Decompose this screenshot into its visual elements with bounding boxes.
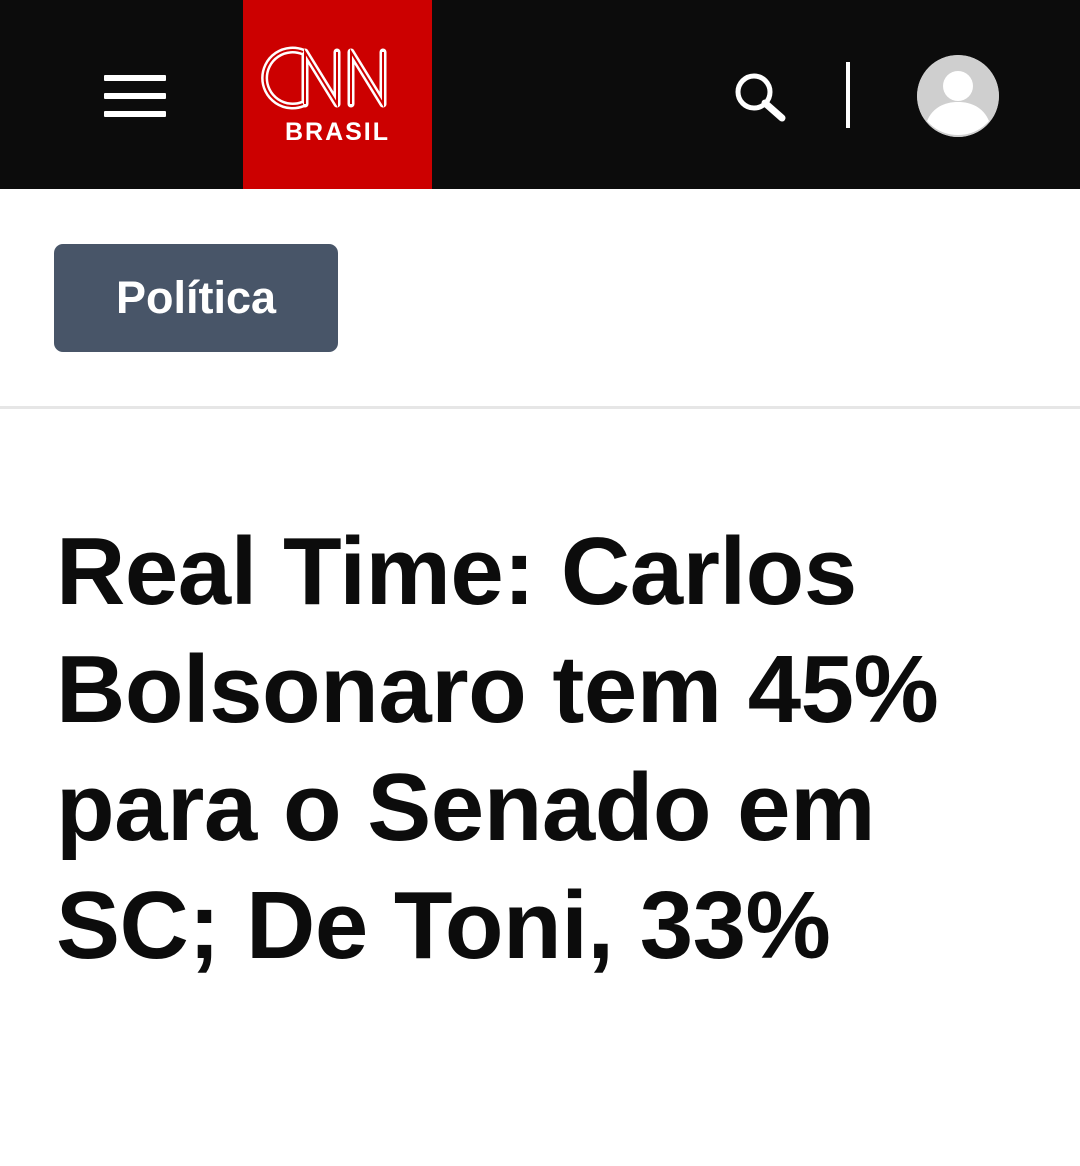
cnn-logo-icon: [261, 46, 387, 110]
logo-subtitle: BRASIL: [284, 118, 391, 146]
search-icon[interactable]: [730, 68, 788, 126]
person-silhouette-icon: [917, 55, 999, 137]
top-navigation-bar: BRASIL: [0, 0, 1080, 189]
article-headline: Real Time: Carlos Bolsonaro tem 45% para…: [56, 518, 939, 979]
category-tag[interactable]: Política: [54, 244, 338, 352]
menu-line: [104, 75, 166, 81]
user-avatar-icon[interactable]: [917, 55, 999, 137]
menu-line: [104, 111, 166, 117]
menu-line: [104, 93, 166, 99]
cnn-brasil-logo[interactable]: BRASIL: [243, 0, 432, 189]
header-divider: [846, 62, 850, 128]
section-divider: [0, 406, 1080, 409]
hamburger-menu-icon[interactable]: [104, 75, 166, 117]
